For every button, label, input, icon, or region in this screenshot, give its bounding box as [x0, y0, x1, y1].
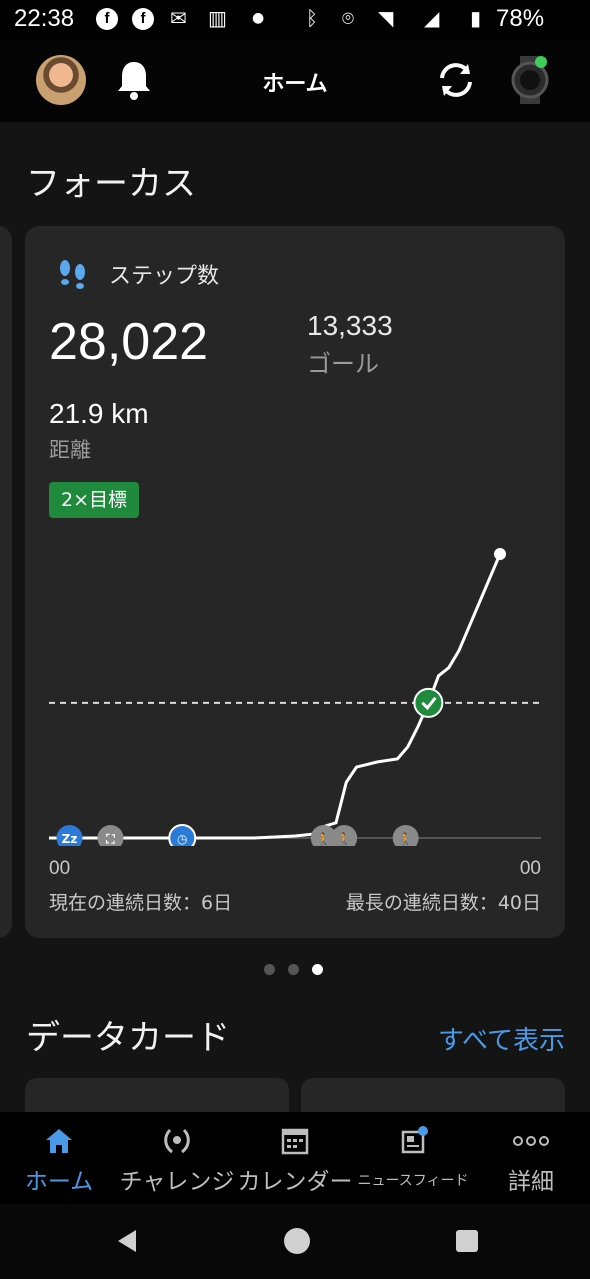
walk-icon-glyph: 🚶: [316, 832, 331, 846]
x-axis-start-label: 00: [49, 858, 71, 879]
sync-icon[interactable]: [434, 58, 478, 102]
more-notifications-icon: ●: [252, 10, 265, 26]
nav-calendar[interactable]: カレンダー: [236, 1112, 354, 1204]
longest-streak: 最長の連続日数：40日: [345, 892, 541, 914]
app-header: ホーム: [0, 40, 590, 122]
goal-reached-check-icon: [413, 687, 444, 718]
nav-label: ホーム: [24, 1169, 94, 1195]
facebook-icon: f: [96, 8, 118, 30]
battery-icon: ▮: [470, 6, 482, 30]
laurel-icon: [164, 1128, 190, 1154]
wifi-icon: ◥: [378, 6, 394, 30]
footsteps-icon: [60, 260, 85, 289]
status-bar: 22:38 f f ✉ ▥ ● ᛒ ⌾ ◥ ◢ ▮ 78%: [0, 0, 590, 40]
newsfeed-icon: [401, 1126, 428, 1154]
x-axis-end-label: 00: [519, 858, 541, 879]
pager-dot-active[interactable]: [312, 964, 323, 975]
cell-signal-icon: ◢: [424, 6, 440, 30]
data-cards-section-title: データカード: [26, 1018, 230, 1058]
see-all-link[interactable]: すべて表示: [438, 1020, 565, 1057]
location-icon: ⌾: [342, 6, 354, 30]
nav-newsfeed[interactable]: ニュースフィード: [354, 1112, 472, 1204]
previous-card-peek[interactable]: [0, 226, 12, 938]
distance-value: 21.9 km: [49, 398, 149, 429]
current-streak: 現在の連続日数：6日: [49, 892, 233, 914]
page-title: ホーム: [262, 72, 328, 97]
pager-dot[interactable]: [288, 964, 299, 975]
steps-card[interactable]: ステップ数 28,022 13,333 ゴール 21.9 km 距離 2×目標 …: [25, 226, 565, 938]
nav-challenge[interactable]: チャレンジ: [118, 1112, 236, 1204]
device-connected-dot: [535, 56, 547, 68]
carousel-pager: [264, 964, 334, 976]
walk-icon-glyph: 🚶: [398, 832, 413, 846]
system-nav-bar: [0, 1204, 590, 1279]
messenger-icon: ✉: [170, 6, 187, 30]
walk-icon-glyph: 🚶: [337, 832, 352, 846]
recents-icon[interactable]: [452, 1226, 482, 1256]
more-icon: [513, 1136, 549, 1146]
focus-section-title: フォーカス: [26, 164, 196, 204]
bottom-nav: ホーム チャレンジ カレンダー ニュースフィード 詳細: [0, 1112, 590, 1204]
steps-chart: Zz ⛶ ◷ 🚶 🚶 🚶: [49, 548, 541, 846]
sleep-icon-glyph: Zz: [62, 832, 78, 846]
goal-label: ゴール: [307, 350, 379, 378]
calendar-icon: [281, 1128, 309, 1155]
nav-label: カレンダー: [237, 1169, 353, 1195]
goal-value: 13,333: [307, 310, 393, 341]
bluetooth-icon: ᛒ: [306, 6, 318, 30]
home-icon: [46, 1129, 72, 1153]
nav-label: ニュースフィード: [357, 1173, 469, 1189]
nav-more[interactable]: 詳細: [472, 1112, 590, 1204]
nav-home[interactable]: ホーム: [0, 1112, 118, 1204]
status-time: 22:38: [14, 5, 75, 32]
battery-percent: 78%: [496, 5, 545, 32]
home-circle-icon[interactable]: [282, 1226, 312, 1256]
steps-count: 28,022: [49, 313, 209, 371]
clock-icon-glyph: ◷: [177, 832, 188, 846]
nav-label: チャレンジ: [119, 1169, 235, 1195]
pager-dot[interactable]: [264, 964, 275, 975]
stair-icon-glyph: ⛶: [105, 832, 115, 846]
back-icon[interactable]: [112, 1226, 142, 1256]
distance-label: 距離: [49, 438, 91, 462]
sim-notification-icon: ▥: [208, 6, 227, 30]
nav-label: 詳細: [508, 1169, 554, 1195]
goal-multiple-badge: 2×目標: [49, 482, 140, 518]
facebook-icon: f: [132, 8, 154, 30]
current-steps-point: [494, 548, 506, 560]
card-title: ステップ数: [109, 264, 220, 289]
